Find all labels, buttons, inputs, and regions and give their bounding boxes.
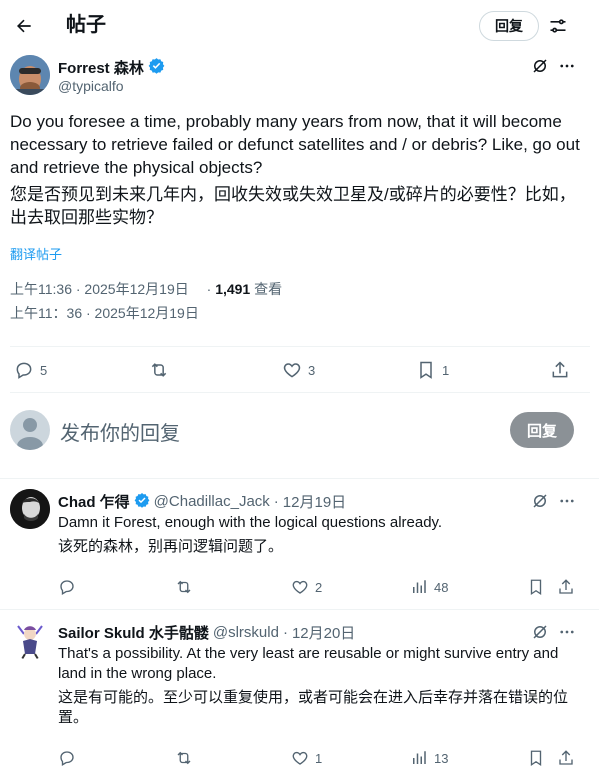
reply-action[interactable]: [58, 749, 76, 767]
share-icon: [557, 578, 575, 596]
views-icon: [410, 578, 428, 596]
bookmark-icon: [416, 360, 436, 380]
like-count: 1: [315, 750, 323, 766]
grok-icon[interactable]: [530, 622, 550, 642]
like-action[interactable]: 2: [291, 578, 322, 596]
bookmark-action[interactable]: 1: [416, 360, 449, 380]
author-name-text[interactable]: Forrest 森林: [58, 57, 144, 78]
reply-text-chinese: 这是有可能的。至少可以重复使用，或者可能会在进入后幸存并落在错误的位置。: [58, 689, 569, 726]
repost-action[interactable]: [174, 578, 194, 596]
reply-icon: [58, 578, 76, 596]
reply-author-name[interactable]: Sailor Skuld 水手骷髅: [58, 622, 209, 643]
repost-action[interactable]: [174, 749, 194, 767]
reply-icon: [58, 749, 76, 767]
bookmark-icon: [527, 749, 545, 767]
divider: [10, 392, 590, 393]
reply-author-name[interactable]: Chad 乍得: [58, 491, 130, 512]
author-name[interactable]: Forrest 森林: [58, 57, 165, 78]
views-separator: ·: [206, 281, 212, 297]
reply-separator: ·: [273, 493, 279, 510]
reply-date[interactable]: 12月20日: [292, 622, 355, 643]
views-icon: [410, 749, 428, 767]
bookmark-icon: [527, 578, 545, 596]
reply-text-english: That's a possibility. At the very least …: [58, 645, 559, 682]
reply-body: Damn it Forest, enough with the logical …: [58, 513, 583, 561]
post-timestamp-translated: 上午11：36 · 2025年12月19日: [10, 305, 199, 321]
views-count: 13: [434, 750, 449, 766]
views-action[interactable]: 48: [410, 578, 448, 596]
divider: [10, 346, 590, 347]
like-icon: [291, 578, 309, 596]
reply-avatar[interactable]: [10, 620, 50, 660]
bookmark-count: 1: [442, 362, 450, 378]
page-title: 帖子: [66, 14, 106, 36]
views-action[interactable]: 13: [410, 749, 448, 767]
author-handle[interactable]: @typicalfo: [58, 78, 124, 94]
reply-header: Chad 乍得 @Chadillac_Jack · 12月19日: [58, 491, 346, 512]
post-text-chinese: 您是否预见到未来几年内，回收失效或失效卫星及/或碎片的必要性？比如，出去取回那些…: [10, 185, 576, 227]
divider: [0, 609, 599, 610]
post-timestamp[interactable]: 上午11:36 · 2025年12月19日: [10, 281, 189, 297]
repost-action[interactable]: [148, 360, 176, 380]
like-count: 2: [315, 579, 323, 595]
share-action[interactable]: [550, 360, 570, 380]
reply-separator: ·: [282, 624, 288, 641]
like-action[interactable]: 1: [291, 749, 322, 767]
repost-icon: [148, 360, 170, 380]
compose-reply-input[interactable]: 发布你的回复: [60, 417, 180, 446]
more-icon[interactable]: [557, 491, 577, 511]
share-icon: [550, 360, 570, 380]
header-reply-button[interactable]: 回复: [479, 11, 539, 41]
reply-header: Sailor Skuld 水手骷髅 @slrskuld · 12月20日: [58, 622, 355, 643]
reply-author-handle[interactable]: @Chadillac_Jack: [154, 493, 270, 510]
like-count: 3: [308, 362, 316, 378]
reply-action[interactable]: [58, 578, 76, 596]
views-count: 48: [434, 579, 449, 595]
more-icon[interactable]: [557, 56, 577, 76]
post-body: Do you foresee a time, probably many yea…: [10, 110, 590, 233]
back-arrow-icon[interactable]: [8, 10, 40, 42]
translate-post-link[interactable]: 翻译帖子: [10, 244, 62, 263]
grok-icon[interactable]: [530, 56, 550, 76]
verified-badge-icon: [134, 492, 150, 512]
views-label: 查看: [254, 281, 283, 297]
repost-icon: [174, 749, 194, 767]
compose-reply-button[interactable]: 回复: [510, 412, 574, 448]
more-icon[interactable]: [557, 622, 577, 642]
reply-avatar[interactable]: [10, 489, 50, 529]
like-icon: [282, 360, 302, 380]
reply-text-english: Damn it Forest, enough with the logical …: [58, 514, 443, 531]
like-action[interactable]: 3: [282, 360, 315, 380]
reply-date[interactable]: 12月19日: [283, 491, 346, 512]
share-action[interactable]: [557, 578, 575, 596]
grok-icon[interactable]: [530, 491, 550, 511]
verified-badge-icon: [148, 57, 165, 78]
share-icon: [557, 749, 575, 767]
bookmark-action[interactable]: [527, 749, 545, 767]
reply-count: 5: [40, 362, 48, 378]
views-count: 1,491: [215, 281, 251, 297]
reply-author-handle[interactable]: @slrskuld: [213, 624, 279, 641]
like-icon: [291, 749, 309, 767]
tune-icon[interactable]: [546, 14, 570, 38]
bookmark-action[interactable]: [527, 578, 545, 596]
reply-icon: [14, 360, 34, 380]
share-action[interactable]: [557, 749, 575, 767]
top-bar: 帖子 回复: [0, 0, 599, 52]
repost-icon: [174, 578, 194, 596]
divider: [0, 478, 599, 479]
current-user-avatar: [10, 410, 50, 450]
reply-action[interactable]: 5: [14, 360, 47, 380]
post-metadata: 上午11:36 · 2025年12月19日 · 1,491 查看: [10, 279, 282, 299]
reply-text-chinese: 该死的森林，别再问逻辑问题了。: [58, 538, 284, 555]
reply-body: That's a possibility. At the very least …: [58, 644, 583, 732]
author-avatar[interactable]: [10, 55, 50, 95]
post-text-english: Do you foresee a time, probably many yea…: [10, 112, 580, 177]
